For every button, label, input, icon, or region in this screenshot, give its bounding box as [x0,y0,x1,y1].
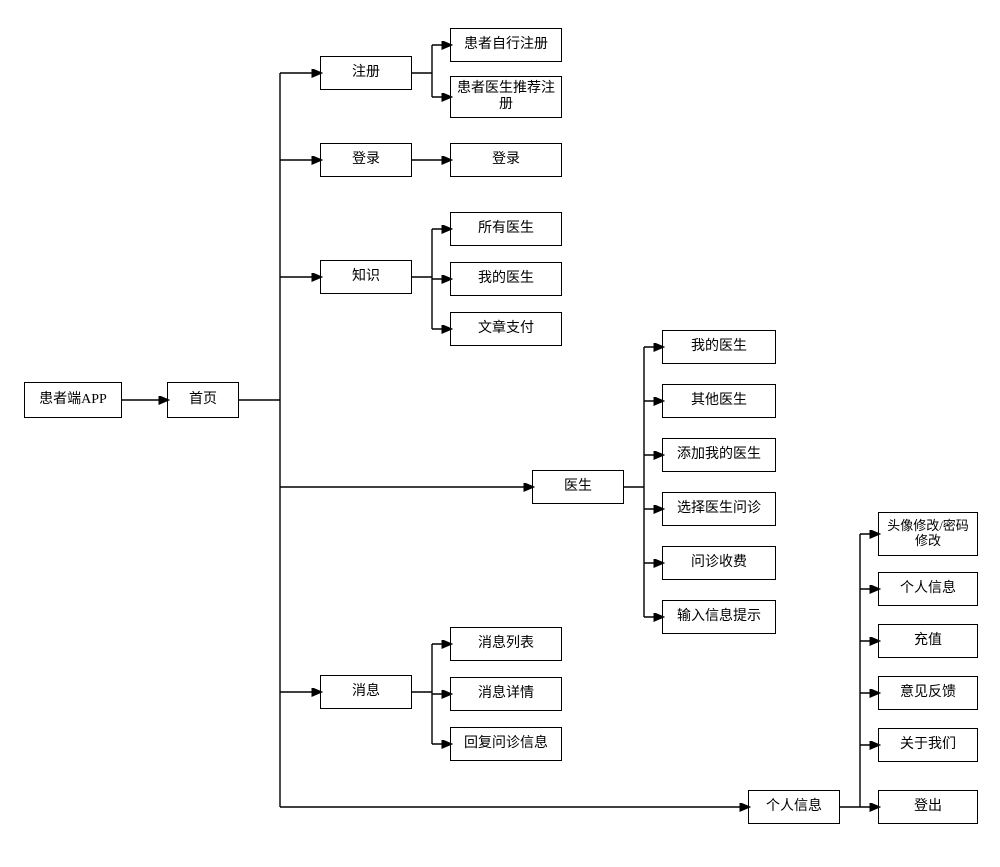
tree-diagram: 患者端APP 首页 注册 患者自行注册 患者医生推荐注册 登录 登录 知识 所有… [0,0,1000,867]
connectors [0,0,1000,867]
